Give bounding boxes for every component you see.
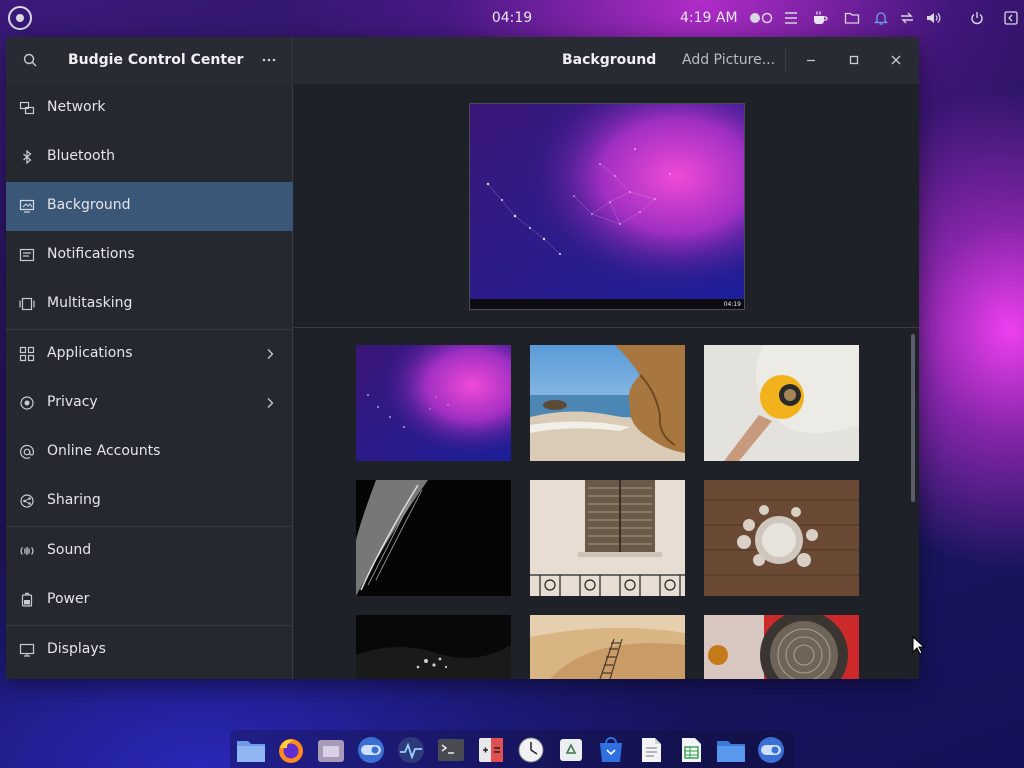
online-accounts-icon xyxy=(19,444,35,460)
power-icon[interactable] xyxy=(969,8,985,28)
folder-icon[interactable] xyxy=(716,736,746,764)
dock xyxy=(230,730,794,768)
sidebar-item-label: Sound xyxy=(47,542,92,558)
store-icon[interactable] xyxy=(596,736,626,764)
sidebar-header: Budgie Control Center xyxy=(6,37,293,84)
sidebar-item-label: Background xyxy=(47,197,131,213)
displays-icon xyxy=(19,642,35,658)
chevron-right-icon xyxy=(263,395,277,409)
sidebar-item-displays[interactable]: Displays xyxy=(6,626,293,675)
flowers-jar-wallpaper[interactable] xyxy=(704,480,859,596)
sidebar-item-background[interactable]: Background xyxy=(6,182,293,231)
bluetooth-icon xyxy=(19,149,35,165)
terminal-icon[interactable] xyxy=(436,736,466,764)
notifications-icon xyxy=(19,247,35,263)
sidebar-item-multitasking[interactable]: Multitasking xyxy=(6,280,293,329)
sharing-icon xyxy=(19,493,35,509)
mouse-cursor-icon xyxy=(912,635,926,656)
app-title: Budgie Control Center xyxy=(68,52,244,68)
panel-center-clock[interactable]: 04:19 xyxy=(484,10,540,26)
wooden-ladder-wallpaper[interactable] xyxy=(530,615,685,679)
power-icon xyxy=(19,592,35,608)
sidebar-item-online-accounts[interactable]: Online Accounts xyxy=(6,428,293,477)
sidebar-item-bluetooth[interactable]: Bluetooth xyxy=(6,133,293,182)
sound-icon xyxy=(19,543,35,559)
page-title: Background xyxy=(562,52,657,68)
toggle-icon[interactable] xyxy=(748,8,776,28)
spreadsheet-icon[interactable] xyxy=(676,736,706,764)
sidebar-item-applications[interactable]: Applications xyxy=(6,330,293,379)
budgie-toggle-icon[interactable] xyxy=(356,736,386,764)
background-icon xyxy=(19,198,35,214)
dark-water-wallpaper[interactable] xyxy=(356,615,511,679)
clock-icon[interactable] xyxy=(516,736,546,764)
sidebar-item-label: Applications xyxy=(47,345,133,361)
sidebar-item-label: Network xyxy=(47,99,106,115)
files-icon[interactable] xyxy=(316,736,346,764)
sidebar-item-label: Online Accounts xyxy=(47,443,161,459)
panel-time[interactable]: 4:19 AM xyxy=(680,10,738,26)
sidebar-item-label: Displays xyxy=(47,641,106,657)
applications-icon xyxy=(19,346,35,362)
content-separator xyxy=(294,327,919,328)
bell-icon[interactable] xyxy=(873,8,889,28)
panel-icon[interactable] xyxy=(1003,8,1019,28)
hand-fruit-wallpaper[interactable] xyxy=(704,345,859,461)
sidebar-item-label: Sharing xyxy=(47,492,101,508)
budgie-menu-icon[interactable] xyxy=(8,6,32,30)
constellation-wallpaper[interactable] xyxy=(356,345,511,461)
sidebar-item-sound[interactable]: Sound xyxy=(6,527,293,576)
menu-icon[interactable] xyxy=(783,8,799,28)
background-content: 04:19 xyxy=(294,84,919,679)
preview-clock: 04:19 xyxy=(723,301,741,308)
search-icon[interactable] xyxy=(22,52,38,68)
control-center-icon[interactable] xyxy=(756,736,786,764)
beach-rock-wallpaper[interactable] xyxy=(530,345,685,461)
bowl-spice-wallpaper[interactable] xyxy=(704,615,859,679)
sidebar-item-power[interactable]: Power xyxy=(6,576,293,625)
folder-icon[interactable] xyxy=(844,8,860,28)
firefox-icon[interactable] xyxy=(276,736,306,764)
file-manager-icon[interactable] xyxy=(236,736,266,764)
network-icon[interactable] xyxy=(899,8,915,28)
sidebar-item-label: Bluetooth xyxy=(47,148,115,164)
sidebar-item-label: Multitasking xyxy=(47,295,133,311)
volume-icon[interactable] xyxy=(925,8,941,28)
sidebar-item-notifications[interactable]: Notifications xyxy=(6,231,293,280)
control-center-window: Budgie Control Center Background Add Pic… xyxy=(6,37,919,679)
recycle-icon[interactable] xyxy=(556,736,586,764)
multitasking-icon xyxy=(19,296,35,312)
system-monitor-icon[interactable] xyxy=(396,736,426,764)
chevron-right-icon xyxy=(263,346,277,360)
sidebar-item-network[interactable]: Network xyxy=(6,84,293,133)
sidebar-item-label: Power xyxy=(47,591,90,607)
window-shutter-wallpaper[interactable] xyxy=(530,480,685,596)
main-header: Background Add Picture... xyxy=(294,37,919,84)
sidebar-item-privacy[interactable]: Privacy xyxy=(6,379,293,428)
text-editor-icon[interactable] xyxy=(636,736,666,764)
content-scrollbar[interactable] xyxy=(911,334,915,502)
top-panel: 04:19 4:19 AM xyxy=(0,0,1024,36)
sidebar-item-label: Privacy xyxy=(47,394,98,410)
maximize-icon[interactable] xyxy=(847,53,861,67)
minimize-icon[interactable] xyxy=(804,53,818,67)
privacy-icon xyxy=(19,395,35,411)
sidebar: Network Bluetooth Background Notificatio… xyxy=(6,84,293,679)
close-icon[interactable] xyxy=(889,53,903,67)
monochrome-leaf-wallpaper[interactable] xyxy=(356,480,511,596)
coffee-icon[interactable] xyxy=(812,8,828,28)
add-picture-button[interactable]: Add Picture... xyxy=(682,52,775,68)
more-options-icon[interactable] xyxy=(261,52,277,68)
sidebar-item-sharing[interactable]: Sharing xyxy=(6,477,293,526)
header-separator xyxy=(785,48,786,72)
calculator-icon[interactable] xyxy=(476,736,506,764)
background-preview: 04:19 xyxy=(469,103,745,310)
sidebar-item-label: Notifications xyxy=(47,246,135,262)
preview-panel-bar xyxy=(470,299,744,309)
network-icon xyxy=(19,100,35,116)
